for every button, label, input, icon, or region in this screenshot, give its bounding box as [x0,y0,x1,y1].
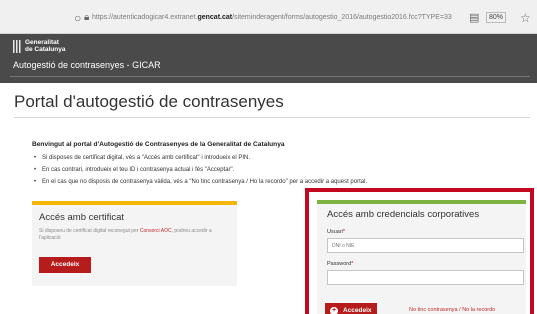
list-item: En cas contrari, introdueix el teu ID i … [32,167,512,174]
instructions-list: Si disposes de certificat digital, vés a… [32,155,512,191]
generalitat-logo[interactable]: Generalitat de Catalunya [25,39,65,53]
certificate-access-button[interactable]: Accedeix [39,257,91,273]
zoom-indicator[interactable]: 80% [486,12,507,23]
aoc-link[interactable]: Consorci AOC [140,228,172,234]
lock-icon[interactable]: 🔒︎ [84,12,89,24]
username-label: Usuari* [327,229,346,235]
list-item: En el cas que no disposis de contrasenya… [32,179,512,186]
credentials-card: Accés amb credencials corporatives Usuar… [317,200,526,314]
certificate-card-description: Si disposeu de certificat digital recone… [39,228,212,241]
browser-address-bar: ○ 🔒︎ https://autenticadogicar4.extranet.… [0,0,537,34]
login-button[interactable]: + Accedeix [325,303,377,314]
plus-circle-icon: + [330,307,338,314]
site-header: Generalitat de Catalunya Autogestió de c… [0,34,537,83]
certificate-card: Accés amb certificat Si disposeu de cert… [32,201,237,286]
generalitat-logo-icon [13,40,22,53]
highlight-frame: Accés amb credencials corporatives Usuar… [305,188,534,314]
credentials-card-title: Accés amb credencials corporatives [327,209,480,220]
welcome-text: Benvingut al portal d'Autogestió de Cont… [32,141,285,148]
header-divider [10,76,530,77]
username-input[interactable] [327,238,524,253]
app-title: Autogestió de contrasenyes - GICAR [13,60,161,70]
page-title: Portal d'autogestió de contrasenyes [14,92,284,111]
url-field[interactable]: https://autenticadogicar4.extranet.genca… [92,13,452,22]
title-divider [14,117,530,118]
circle-icon: ○ [74,11,82,25]
password-input[interactable] [327,270,524,285]
certificate-card-title: Accés amb certificat [39,212,124,223]
reader-icon[interactable]: ▤ [469,12,479,24]
password-label: Password* [327,261,354,267]
list-item: Si disposes de certificat digital, vés a… [32,155,512,162]
forgot-password-link[interactable]: No tinc contrasenya / No la recordo [409,307,495,314]
star-icon[interactable]: ☆ [520,12,531,24]
